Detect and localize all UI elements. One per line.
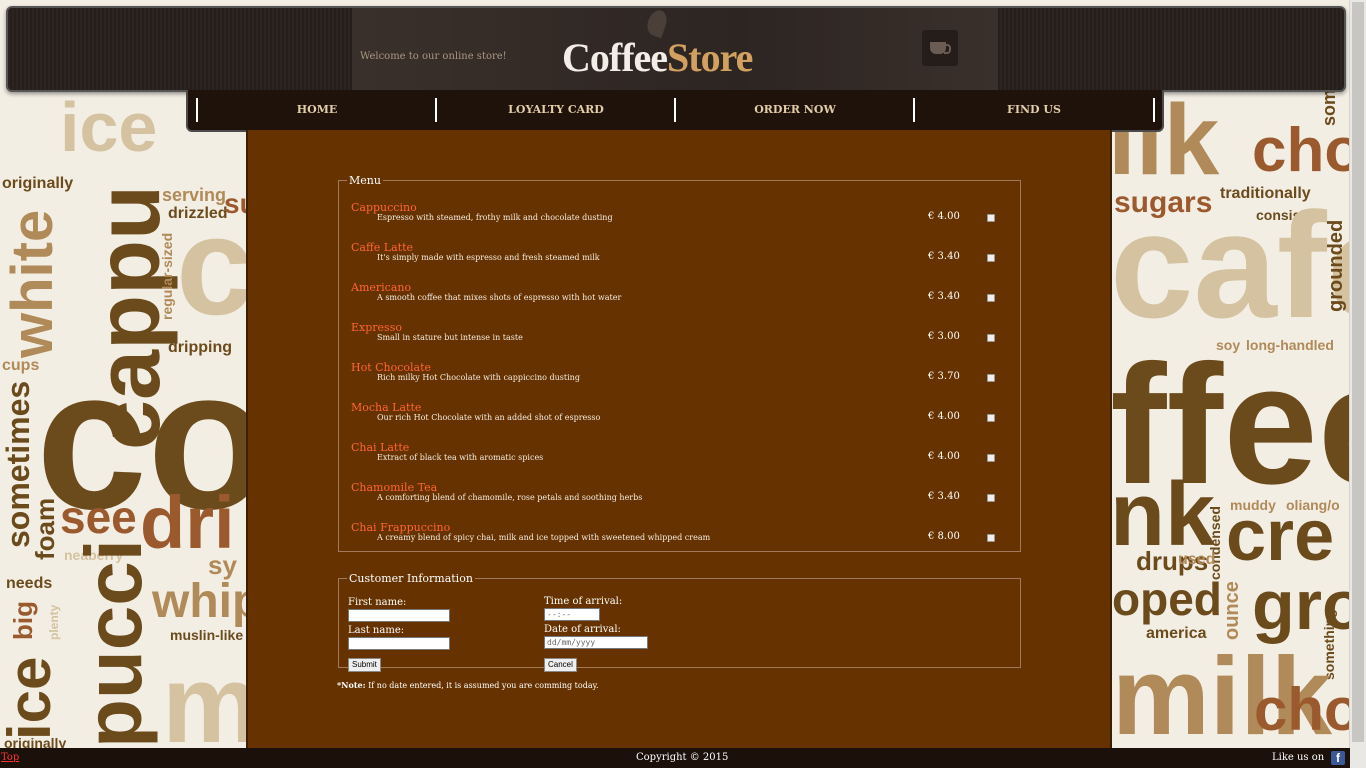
bg-word: originally — [2, 175, 74, 192]
menu-item-price: € 4.00 — [928, 211, 960, 222]
copyright-text: Copyright © 2015 — [636, 752, 729, 763]
time-of-arrival-label: Time of arrival: — [544, 596, 623, 607]
site-header: Welcome to our online store! CoffeeStore — [6, 6, 1346, 92]
menu-item: Americano A smooth coffee that mixes shot… — [351, 281, 1006, 311]
order-content: Menu Cappuccino Espresso with steamed, fr… — [246, 130, 1112, 748]
menu-item-checkbox[interactable] — [987, 374, 995, 382]
menu-item-checkbox[interactable] — [987, 334, 995, 342]
bg-word: needs — [6, 575, 53, 592]
menu-item: Caffe Latte It's simply made with espress… — [351, 241, 1006, 271]
menu-item-description: Small in stature but intense in taste — [377, 333, 523, 342]
menu-item: Chamomile Tea A comforting blend of chamo… — [351, 481, 1006, 511]
bg-word: cre — [1226, 496, 1335, 576]
logo-coffee: Coffee — [562, 35, 668, 80]
site-footer: Top Copyright © 2015 Like us on f — [0, 748, 1350, 768]
menu-item: Cappuccino Espresso with steamed, frothy … — [351, 201, 1006, 231]
menu-item-description: A creamy blend of spicy chai, milk and i… — [377, 533, 711, 542]
date-of-arrival-input[interactable]: dd/mm/yyyy — [544, 636, 648, 649]
time-of-arrival-input[interactable]: --:-- — [544, 608, 600, 621]
bg-word: condensed — [1207, 506, 1223, 580]
last-name-input[interactable] — [348, 637, 450, 650]
bg-word: gro — [1252, 566, 1365, 644]
bg-word: big — [8, 601, 38, 640]
menu-item-price: € 3.40 — [928, 291, 960, 302]
submit-button[interactable]: Submit — [348, 658, 381, 672]
menu-item: Mocha Latte Our rich Hot Chocolate with a… — [351, 401, 1006, 431]
menu-item-checkbox[interactable] — [987, 454, 995, 462]
logo-store: Store — [667, 35, 753, 80]
header-banner: Welcome to our online store! CoffeeStore — [352, 7, 998, 90]
menu-item-description: A comforting blend of chamomile, rose pe… — [377, 493, 643, 502]
menu-item-price: € 4.00 — [928, 411, 960, 422]
menu-item-checkbox[interactable] — [987, 534, 995, 542]
menu-legend: Menu — [349, 174, 381, 187]
date-note: *Note: If no date entered, it is assumed… — [337, 680, 599, 690]
note-text: If no date entered, it is assumed you ar… — [365, 681, 599, 690]
like-us-text: Like us on — [1272, 752, 1325, 763]
customer-info-fieldset: Customer Information First name: Last na… — [338, 572, 1021, 672]
vertical-scrollbar[interactable] — [1349, 0, 1366, 768]
bg-word: pucci — [69, 539, 158, 748]
nav-order-now[interactable]: ORDER NOW — [674, 98, 914, 122]
menu-item-checkbox[interactable] — [987, 294, 995, 302]
bg-word: cho — [1252, 116, 1363, 185]
menu-item-price: € 8.00 — [928, 531, 960, 542]
bg-word: oped — [1112, 573, 1222, 625]
menu-item-price: € 3.00 — [928, 331, 960, 342]
date-of-arrival-label: Date of arrival: — [544, 624, 621, 635]
bg-word: cho — [1254, 676, 1361, 743]
menu-item-price: € 3.40 — [928, 491, 960, 502]
menu-item-description: A smooth coffee that mixes shots of espr… — [377, 293, 622, 302]
menu-item-description: Espresso with steamed, frothy milk and c… — [377, 213, 613, 222]
menu-item-checkbox[interactable] — [987, 494, 995, 502]
bg-word: regular-sized — [159, 232, 175, 320]
bg-word: grounded — [1325, 219, 1347, 312]
menu-item-price: € 3.40 — [928, 251, 960, 262]
bg-word: see — [60, 491, 137, 543]
last-name-label: Last name: — [348, 625, 405, 636]
menu-item-description: It's simply made with espresso and fresh… — [377, 253, 600, 262]
bg-word: ice — [0, 656, 63, 740]
menu-item-price: € 3.70 — [928, 371, 960, 382]
bg-word: used — [1178, 551, 1216, 568]
menu-item-checkbox[interactable] — [987, 214, 995, 222]
top-link[interactable]: Top — [1, 752, 19, 763]
menu-item-price: € 4.00 — [928, 451, 960, 462]
first-name-label: First name: — [348, 597, 407, 608]
nav-home[interactable]: HOME — [196, 98, 436, 122]
menu-item: Chai Latte Extract of black tea with arom… — [351, 441, 1006, 471]
menu-item-description: Rich milky Hot Chocolate with cappiccino… — [377, 373, 580, 382]
main-nav: HOME LOYALTY CARD ORDER NOW FIND US — [186, 90, 1164, 132]
nav-loyalty-card[interactable]: LOYALTY CARD — [435, 98, 675, 122]
menu-item-checkbox[interactable] — [987, 254, 995, 262]
bg-word: serving — [162, 185, 227, 205]
menu-item: Expresso Small in stature but intense in … — [351, 321, 1006, 351]
menu-item-checkbox[interactable] — [987, 414, 995, 422]
site-logo[interactable]: CoffeeStore — [562, 34, 753, 81]
customer-legend: Customer Information — [349, 572, 473, 585]
menu-fieldset: Menu Cappuccino Espresso with steamed, fr… — [338, 174, 1021, 552]
first-name-input[interactable] — [348, 609, 450, 622]
scrollbar-thumb[interactable] — [1352, 2, 1364, 742]
bg-word: whip — [152, 575, 262, 628]
nav-find-us[interactable]: FIND US — [913, 98, 1155, 122]
bg-word: cups — [2, 357, 40, 374]
bg-word: sy — [208, 550, 237, 580]
bg-word: plenty — [47, 604, 61, 640]
menu-item: Hot Chocolate Rich milky Hot Chocolate wi… — [351, 361, 1006, 391]
menu-item-description: Our rich Hot Chocolate with an added sho… — [377, 413, 601, 422]
bg-word: drizzled — [168, 205, 228, 222]
facebook-icon[interactable]: f — [1331, 751, 1345, 765]
welcome-text: Welcome to our online store! — [360, 51, 507, 62]
bg-word: ounce — [1221, 581, 1243, 640]
bg-word: foam — [30, 497, 60, 560]
bg-word: ice — [60, 88, 158, 166]
menu-item-description: Extract of black tea with aromatic spice… — [377, 453, 544, 462]
note-prefix: *Note: — [337, 680, 366, 690]
cancel-button[interactable]: Cancel — [544, 658, 577, 672]
menu-item: Chai Frappuccino A creamy blend of spicy … — [351, 521, 1006, 551]
bg-word: muslin-like — [170, 627, 244, 643]
coffee-cup-icon — [922, 30, 958, 66]
